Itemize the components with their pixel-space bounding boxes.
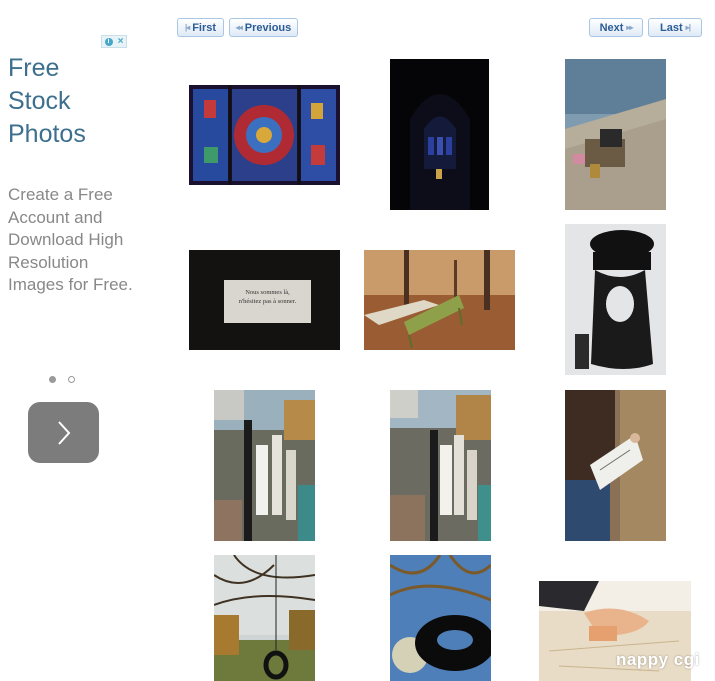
photo-thumbnail-note-card[interactable]: Nous sommes là, n'hésitez pas à sonner. — [189, 250, 340, 350]
note-card-line2: n'hésitez pas à sonner. — [238, 298, 297, 305]
street-art-image — [565, 224, 666, 375]
pager-previous-label: Previous — [244, 21, 292, 34]
stained-glass-image — [189, 85, 340, 185]
note-card-text: Nous sommes là, n'hésitez pas à sonner. — [224, 288, 311, 306]
ad-title[interactable]: Free Stock Photos — [8, 52, 128, 151]
note-card-line1: Nous sommes là, — [245, 289, 290, 296]
bookstall-image — [390, 390, 491, 541]
close-icon[interactable]: × — [118, 36, 124, 47]
carousel-dot[interactable] — [68, 376, 75, 383]
ad-body[interactable]: Create a Free Account and Download High … — [8, 184, 133, 297]
sketching-image — [565, 390, 666, 541]
photo-thumbnail-bookstall-1[interactable] — [214, 390, 315, 541]
photo-thumbnail-cathedral[interactable] — [390, 59, 489, 210]
pager-next-label: Next — [599, 21, 624, 34]
chevron-right-icon — [57, 420, 70, 445]
pager-next-button[interactable]: Next ▸▸ — [589, 18, 643, 37]
park-chairs-image — [364, 250, 515, 350]
next-page-icon: ▸▸ — [626, 23, 633, 32]
previous-page-icon: ◂◂ — [235, 23, 243, 32]
last-page-icon: ▸| — [685, 23, 691, 32]
photo-thumbnail-tire-swing-1[interactable] — [214, 555, 315, 681]
tire-swing-sky-image — [390, 555, 491, 681]
cathedral-image — [390, 59, 489, 210]
photo-thumbnail-park-chairs[interactable] — [364, 250, 515, 350]
ad-next-button[interactable] — [28, 402, 99, 463]
photo-thumbnail-stained-glass[interactable] — [189, 85, 340, 185]
first-page-icon: |◂ — [184, 23, 190, 32]
pager-last-button[interactable]: Last ▸| — [648, 18, 702, 37]
site-watermark: nappy cgi — [616, 650, 700, 669]
ad-panel: i × Free Stock Photos Create a Free Acco… — [0, 0, 135, 681]
pager-first-button[interactable]: |◂ First — [177, 18, 224, 37]
photo-thumbnail-tire-swing-2[interactable] — [390, 555, 491, 681]
carousel-dots — [49, 376, 79, 386]
pager-first-label: First — [192, 21, 217, 34]
photo-thumbnail-street-art[interactable] — [565, 224, 666, 375]
pager-last-label: Last — [660, 21, 683, 34]
carousel-dot-active[interactable] — [49, 376, 56, 383]
info-icon[interactable]: i — [104, 37, 113, 46]
pager-previous-button[interactable]: ◂◂ Previous — [229, 18, 298, 37]
photo-thumbnail-sketching[interactable] — [565, 390, 666, 541]
tire-swing-image — [214, 555, 315, 681]
love-locks-image — [565, 59, 666, 210]
photo-thumbnail-love-locks[interactable] — [565, 59, 666, 210]
photo-thumbnail-bookstall-2[interactable] — [390, 390, 491, 541]
ad-choices-badge[interactable]: i × — [101, 35, 127, 48]
bookstall-image — [214, 390, 315, 541]
